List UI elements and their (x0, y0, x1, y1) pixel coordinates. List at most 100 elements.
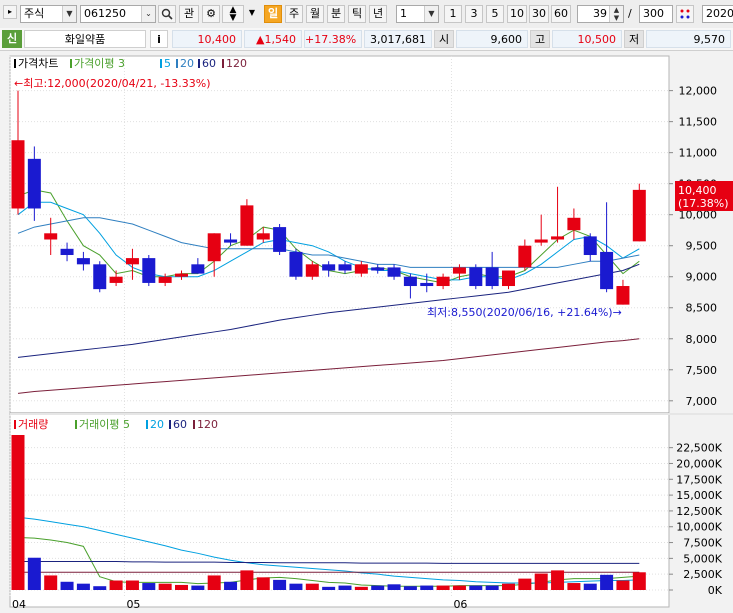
volume-bar (76, 583, 90, 590)
total-count-input[interactable]: 300 (639, 5, 673, 23)
low-label: 저 (624, 30, 644, 48)
current-price: 10,400 (172, 30, 242, 48)
total-count-value: 300 (643, 7, 664, 20)
candle-body (60, 248, 74, 256)
price-tick-label: 11,500 (679, 116, 718, 129)
candle-body (534, 239, 548, 243)
open-price: 9,600 (456, 30, 528, 48)
volume-bar (518, 578, 532, 590)
volume-bar (60, 581, 74, 590)
volume-bar (207, 575, 221, 590)
zoom-icon[interactable] (676, 5, 694, 23)
status-badge: 신 (2, 30, 22, 48)
chevron-down-icon: ▼ (62, 6, 76, 22)
date-input[interactable]: 2020/ (702, 5, 733, 23)
candle-body (518, 245, 532, 268)
period-tick-button[interactable]: 틱 (348, 5, 366, 23)
low-annotation: 최저:8,550(2020/06/16, +21.64%)→ (427, 306, 622, 319)
volume-bar (224, 581, 238, 590)
price-tick-label: 8,000 (686, 333, 718, 346)
volume-bar (502, 583, 515, 590)
legend-vol-ma60: 60 (173, 418, 187, 431)
settings-icon[interactable]: ⚙ (202, 5, 220, 23)
volume-bar (27, 557, 41, 590)
legend-ma120: 120 (226, 57, 247, 70)
volume-bar (485, 585, 499, 590)
quick-interval-5[interactable]: 5 (486, 5, 504, 23)
quick-interval-30[interactable]: 30 (529, 5, 549, 23)
volume-bar (534, 573, 548, 590)
updown-stepper-icon[interactable]: ▲ ▼ (222, 5, 244, 23)
candle-body (616, 286, 630, 305)
period-week-button[interactable]: 주 (285, 5, 303, 23)
quick-interval-3[interactable]: 3 (465, 5, 483, 23)
legend-ma20: 20 (180, 57, 194, 70)
interval-select[interactable]: 1 ▼ (396, 5, 439, 23)
candle-body (551, 236, 565, 240)
volume-tick-label: 0K (708, 584, 723, 597)
price-tick-label: 8,500 (686, 302, 718, 315)
period-day-button[interactable]: 일 (264, 5, 282, 23)
candle-body (632, 189, 646, 242)
volume-axis: 22,500K 20,000K 17,500K 15,000K 12,500K 10,00… (669, 442, 723, 597)
candle-body (436, 276, 450, 287)
candle-body (44, 233, 58, 240)
volume-bar (632, 572, 646, 590)
volume-tick-label: 5,000K (683, 552, 722, 565)
quick-interval-10[interactable]: 10 (507, 5, 527, 23)
volume-bar (240, 570, 254, 590)
volume-bar (44, 575, 58, 590)
quick-interval-1[interactable]: 1 (444, 5, 462, 23)
search-icon[interactable] (158, 5, 176, 23)
volume-bar (583, 583, 597, 590)
period-month-button[interactable]: 월 (306, 5, 324, 23)
favorite-button[interactable]: 관 (179, 5, 199, 23)
count-separator: / (628, 7, 632, 20)
candle-body (600, 251, 614, 290)
legend-vol-ma5: 거래이평 5 (79, 418, 130, 431)
high-price: 10,500 (552, 30, 622, 48)
volume-tick-label: 22,500K (676, 442, 722, 455)
candle-body (109, 276, 123, 283)
volume-tick-label: 17,500K (676, 473, 722, 486)
candle-body (224, 239, 238, 243)
price-tick-label: 7,500 (686, 364, 718, 377)
period-year-button[interactable]: 년 (369, 5, 387, 23)
volume-bar (338, 585, 352, 590)
stock-code-input[interactable]: 061250 ⌄ (80, 5, 156, 23)
info-button[interactable]: i (150, 30, 168, 48)
period-minute-button[interactable]: 분 (327, 5, 345, 23)
candle-body (142, 258, 156, 283)
high-label: 고 (530, 30, 550, 48)
count-value: 39 (593, 7, 607, 20)
stepper-icon: ▲ ▼ (609, 6, 623, 22)
price-tick-label: 7,000 (686, 395, 718, 408)
low-price: 9,570 (646, 30, 731, 48)
volume-tick-label: 7,500K (683, 537, 722, 550)
volume-bar (305, 583, 319, 590)
high-annotation: ←최고:12,000(2020/04/21, -13.33%) (14, 77, 211, 90)
volume-bar (354, 586, 368, 590)
volume-bar (142, 583, 156, 590)
date-tick-label: 04 (12, 598, 26, 611)
volume-bar (452, 585, 466, 590)
market-select[interactable]: 주식 ▼ (20, 5, 77, 23)
candle-body (27, 158, 41, 209)
quick-interval-60[interactable]: 60 (551, 5, 571, 23)
volume-bar (403, 586, 417, 590)
candle-body (452, 267, 466, 274)
count-input[interactable]: 39 ▲ ▼ (577, 5, 624, 23)
candle-body (256, 233, 270, 240)
volume-bar (109, 580, 123, 590)
legend-vol-ma20: 20 (150, 418, 164, 431)
date-tick-label: 05 (126, 598, 140, 611)
price-axis: 12,00011,50011,00010,50010,0009,5009,000… (669, 85, 717, 408)
menu-arrow-icon[interactable]: ▸ (3, 5, 17, 19)
candle-body (502, 270, 515, 287)
toolbar: ▸ 주식 ▼ 061250 ⌄ 관 ⚙ ▲ ▼ ▼ 일 주 월 분 틱 년 1 ▼… (0, 0, 733, 29)
candle-body (469, 267, 483, 287)
stock-code-value: 061250 (84, 7, 126, 20)
volume-bar (11, 435, 25, 590)
volume-tick-label: 15,000K (676, 489, 722, 502)
chevron-down-icon[interactable]: ▼ (246, 5, 258, 23)
